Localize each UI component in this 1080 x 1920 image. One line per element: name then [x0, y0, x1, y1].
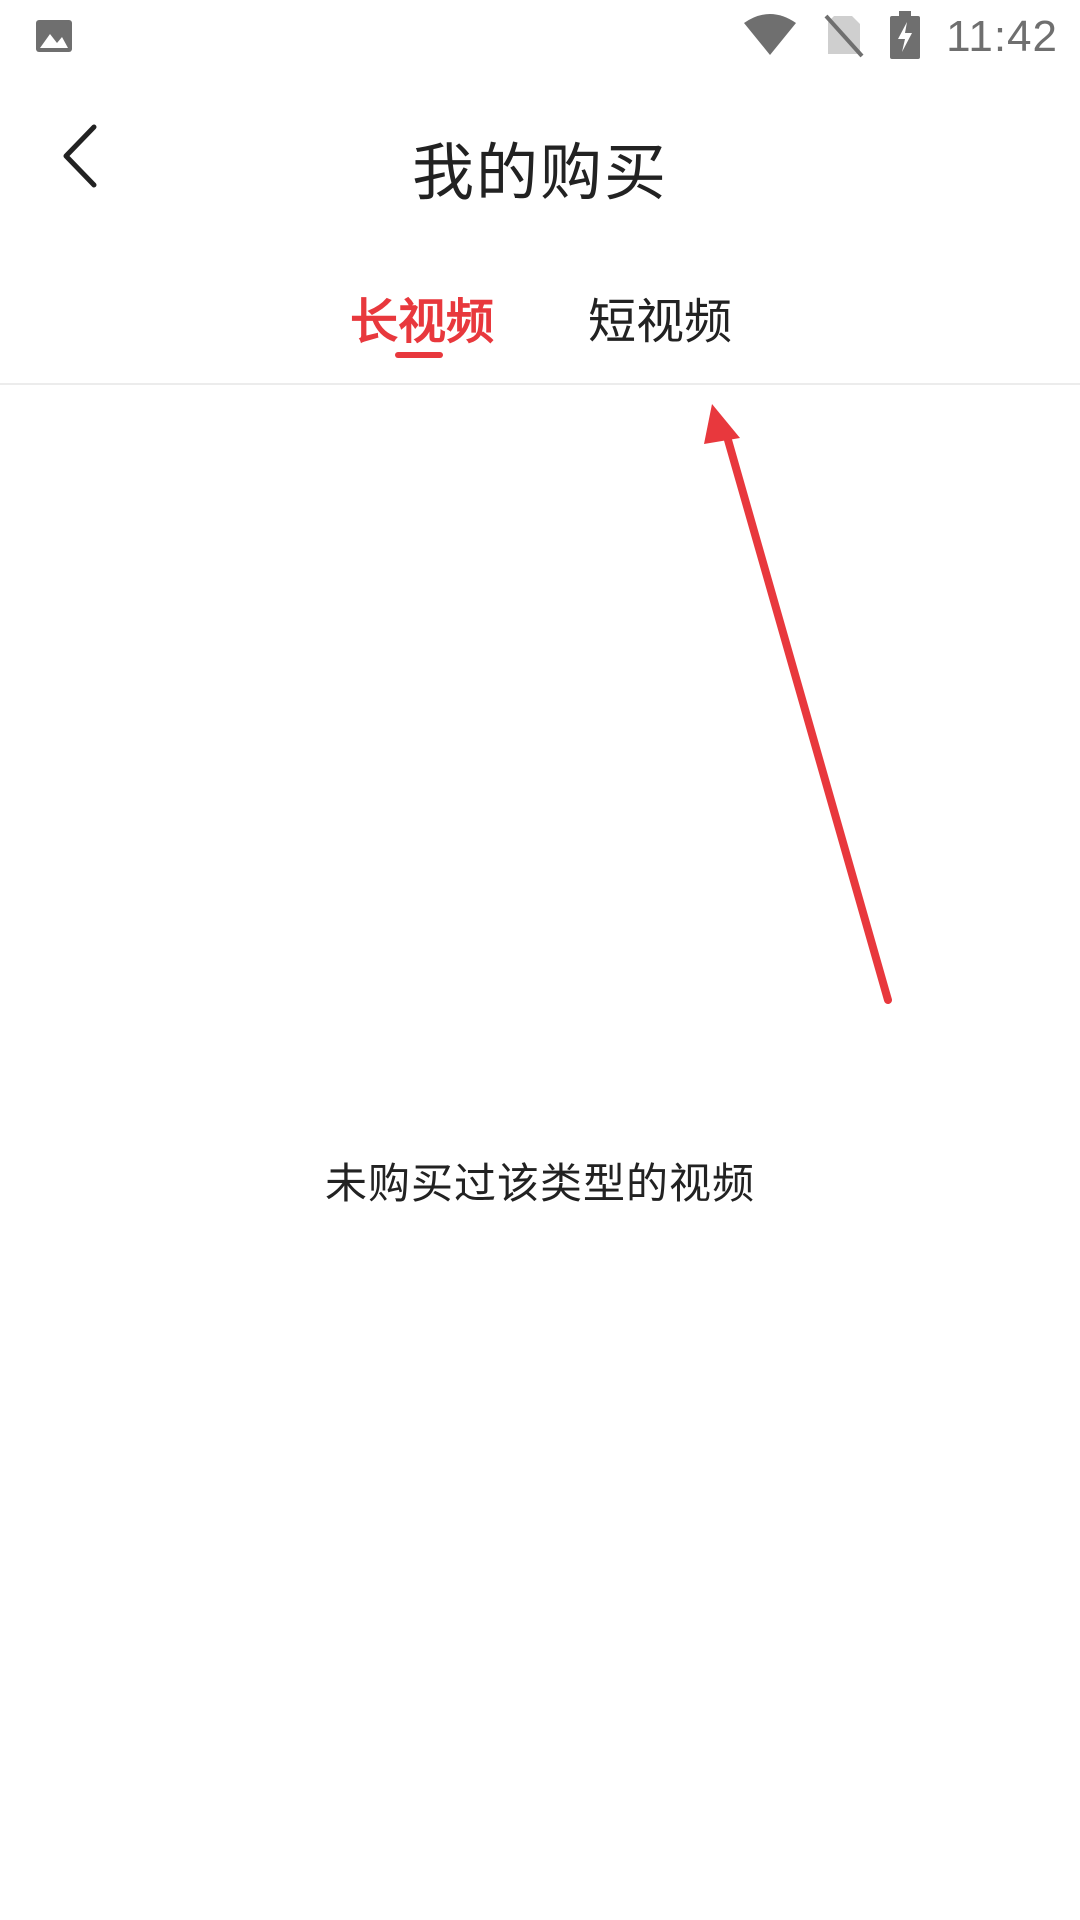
no-sim-icon	[824, 12, 864, 62]
status-time: 11:42	[946, 12, 1058, 61]
tab-selected-indicator	[395, 352, 443, 358]
tabs-divider	[0, 383, 1080, 385]
status-bar: 11:42	[0, 0, 1080, 74]
tab-short-video[interactable]: 短视频	[588, 282, 732, 352]
wifi-icon	[742, 13, 798, 61]
page-title: 我的购买	[411, 136, 668, 209]
header: 我的购买	[0, 92, 1080, 222]
battery-charging-icon	[890, 11, 921, 63]
tab-long-video[interactable]: 长视频	[350, 282, 494, 352]
status-icons: 11:42	[742, 8, 1058, 66]
gallery-notification-icon	[34, 16, 74, 56]
tab-bar: 长视频 短视频	[0, 270, 1080, 385]
empty-state-message: 未购买过该类型的视频	[324, 1159, 755, 1208]
